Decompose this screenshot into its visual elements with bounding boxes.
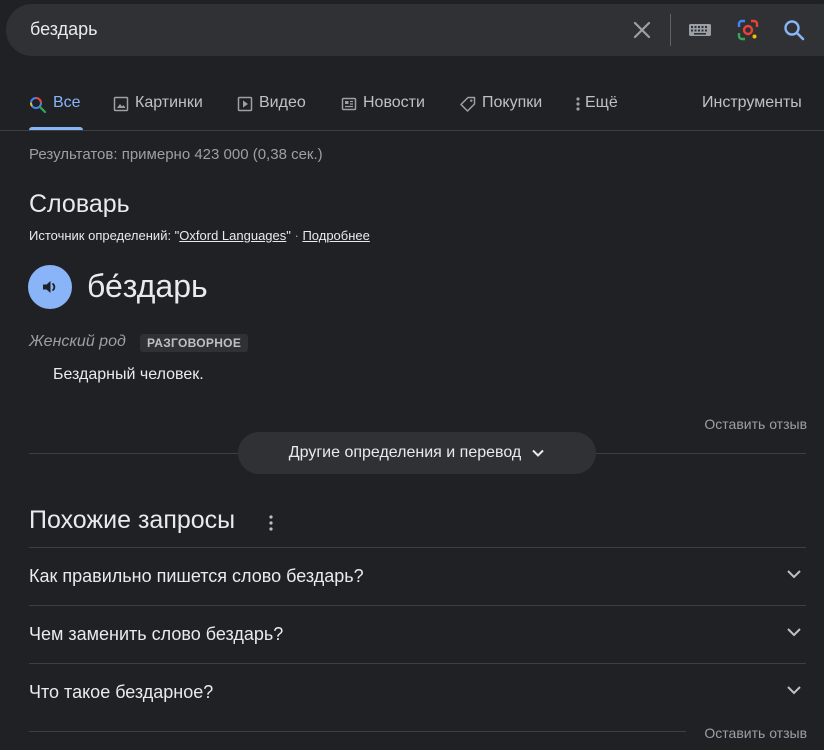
chevron-down-icon (787, 570, 801, 579)
related-searches-title: Похожие запросы (29, 506, 236, 534)
tools-button[interactable]: Инструменты (702, 94, 802, 130)
tab-label: Покупки (482, 94, 543, 111)
divider (29, 731, 686, 732)
definition-source: Источник определений: "Oxford Languages"… (29, 228, 370, 243)
more-vert-icon[interactable] (264, 513, 278, 533)
chevron-down-icon (787, 686, 801, 695)
related-question[interactable]: Чем заменить слово бездарь? (29, 605, 806, 664)
tab-all[interactable]: Все (29, 94, 83, 130)
more-vert-icon (576, 97, 580, 111)
tab-label: Все (53, 94, 81, 111)
pronunciation-button[interactable] (28, 265, 72, 309)
play-icon (237, 96, 253, 112)
news-icon (341, 97, 357, 111)
source-prefix: Источник определений: " (29, 228, 180, 243)
related-question[interactable]: Что такое бездарное? (29, 663, 806, 722)
tab-video[interactable]: Видео (237, 94, 306, 130)
chevron-down-icon (532, 449, 544, 457)
active-tab-indicator (29, 127, 83, 130)
search-icon[interactable] (782, 18, 806, 42)
related-question[interactable]: Как правильно пишется слово бездарь? (29, 547, 806, 606)
tab-label: Ещё (585, 94, 618, 111)
feedback-link[interactable]: Оставить отзыв (704, 725, 807, 741)
feedback-link[interactable]: Оставить отзыв (704, 416, 807, 432)
tab-label: Новости (363, 94, 425, 111)
tab-images[interactable]: Картинки (113, 94, 203, 130)
tab-label: Видео (259, 94, 306, 111)
search-input[interactable]: бездарь (30, 19, 97, 40)
part-of-speech: Женский род (29, 333, 126, 350)
keyboard-icon[interactable] (688, 18, 712, 42)
oxford-languages-link[interactable]: Oxford Languages (179, 228, 286, 243)
tag-icon (460, 96, 476, 112)
chevron-down-icon (787, 628, 801, 637)
close-icon[interactable] (630, 18, 654, 42)
source-separator: · (290, 228, 303, 243)
tools-label: Инструменты (702, 94, 802, 111)
tab-shopping[interactable]: Покупки (459, 94, 542, 130)
register-badge: РАЗГОВОРНОЕ (140, 334, 249, 352)
headword: бе́здарь (87, 268, 208, 304)
related-question-text: Как правильно пишется слово бездарь? (29, 566, 364, 586)
result-stats: Результатов: примерно 423 000 (0,38 сек.… (29, 146, 323, 163)
tab-more[interactable]: Ещё (575, 94, 618, 130)
speaker-icon (43, 281, 56, 293)
more-definitions-label: Другие определения и перевод (288, 444, 522, 461)
search-divider (670, 14, 671, 46)
google-lens-icon[interactable] (736, 18, 760, 42)
dictionary-title: Словарь (29, 190, 130, 218)
search-bar[interactable]: бездарь (6, 4, 824, 56)
related-question-text: Что такое бездарное? (29, 682, 214, 702)
definition-text: Бездарный человек. (53, 366, 204, 383)
search-icon (30, 97, 47, 114)
image-icon (113, 96, 129, 112)
related-question-text: Чем заменить слово бездарь? (29, 624, 284, 644)
more-info-link[interactable]: Подробнее (302, 228, 369, 243)
tab-label: Картинки (135, 94, 203, 111)
tab-news[interactable]: Новости (341, 94, 425, 130)
more-definitions-button[interactable]: Другие определения и перевод (238, 432, 596, 474)
search-tabs: Все Картинки Видео Новости Покупки Ещё И… (0, 84, 824, 131)
